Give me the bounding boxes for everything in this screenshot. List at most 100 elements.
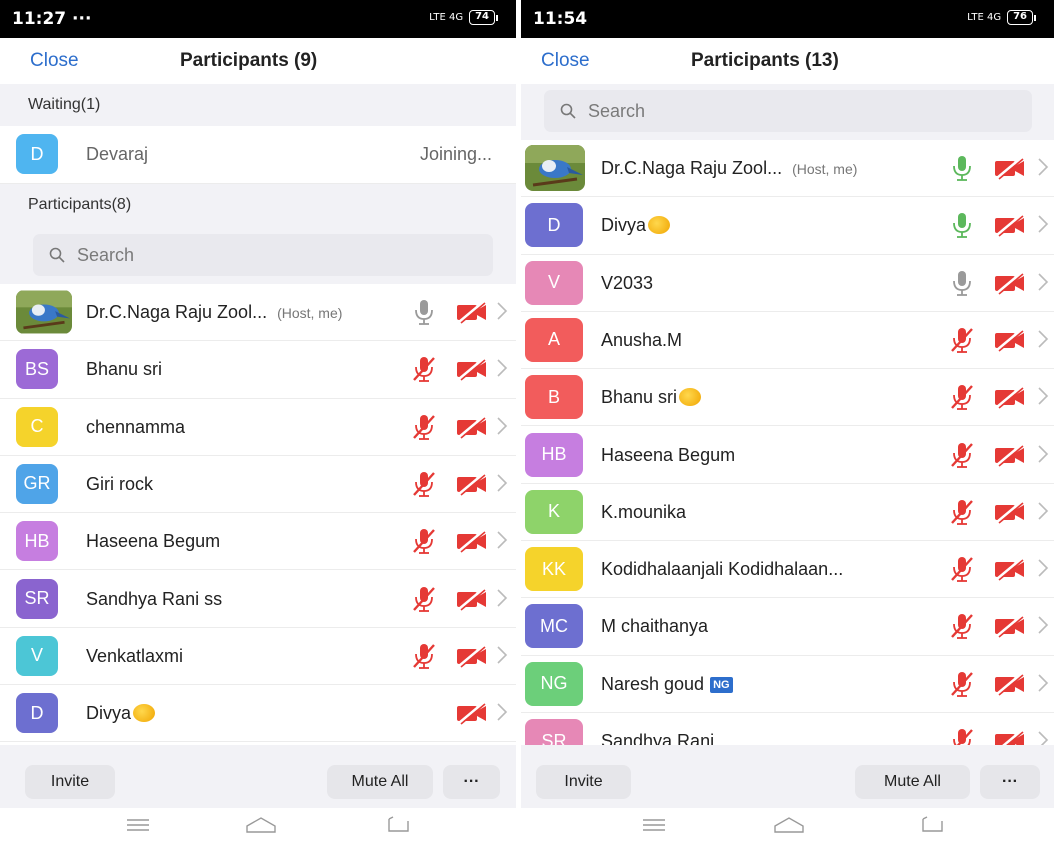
page-title: Participants (9): [180, 50, 318, 71]
participant-row[interactable]: V Venkatlaxmi: [0, 627, 516, 686]
mic-muted-icon[interactable]: [411, 413, 437, 441]
video-off-icon[interactable]: [455, 587, 489, 611]
chevron-right-icon[interactable]: [1037, 328, 1049, 350]
mic-icon[interactable]: [949, 211, 975, 239]
mic-muted-icon[interactable]: [949, 670, 975, 698]
mute-all-button[interactable]: Mute All: [855, 765, 970, 799]
menu-icon[interactable]: [125, 816, 151, 834]
mic-muted-icon[interactable]: [949, 326, 975, 354]
participant-name: Devaraj: [86, 144, 149, 164]
mic-muted-icon[interactable]: [411, 642, 437, 670]
chevron-right-icon[interactable]: [1037, 271, 1049, 293]
chevron-right-icon[interactable]: [1037, 614, 1049, 636]
mic-icon[interactable]: [949, 154, 975, 182]
android-nav-bar: [0, 808, 516, 842]
page-title: Participants (13): [691, 50, 839, 71]
participant-row[interactable]: GR Giri rock: [0, 455, 516, 514]
video-off-icon[interactable]: [993, 500, 1027, 524]
participant-row[interactable]: Cchennamma: [0, 398, 516, 456]
video-off-icon[interactable]: [993, 271, 1027, 295]
avatar: NG: [525, 661, 583, 706]
mic-muted-icon[interactable]: [949, 441, 975, 469]
chevron-right-icon[interactable]: [496, 701, 508, 723]
video-off-icon[interactable]: [993, 614, 1027, 639]
video-off-icon[interactable]: [455, 701, 489, 725]
avatar: HB: [16, 521, 58, 562]
status-bar: 11:27 ··· LTE 4G 74: [0, 0, 516, 38]
chevron-right-icon[interactable]: [1037, 557, 1049, 579]
chevron-right-icon[interactable]: [496, 587, 508, 609]
participant-row[interactable]: K K.mounika: [521, 483, 1054, 542]
chevron-right-icon[interactable]: [1037, 385, 1049, 407]
participant-row[interactable]: V V2033: [521, 254, 1054, 312]
video-off-icon[interactable]: [993, 385, 1027, 409]
mic-muted-icon[interactable]: [949, 498, 975, 526]
participant-row[interactable]: KK Kodidhalaanjali Kodidhalaan...: [521, 541, 1054, 599]
video-off-icon[interactable]: [455, 644, 489, 668]
participant-row[interactable]: HB Haseena Begum: [0, 513, 516, 571]
chevron-right-icon[interactable]: [1037, 500, 1049, 522]
avatar: MC: [525, 604, 583, 649]
video-off-icon[interactable]: [455, 529, 489, 553]
mic-muted-icon[interactable]: [411, 527, 437, 555]
mic-muted-icon[interactable]: [411, 470, 437, 498]
back-icon[interactable]: [919, 816, 945, 834]
chevron-right-icon[interactable]: [496, 300, 508, 322]
mic-muted-icon[interactable]: [949, 555, 975, 583]
mic-muted-icon[interactable]: [411, 355, 437, 383]
participant-row[interactable]: SR Sandhya Rani ss: [0, 570, 516, 628]
chevron-right-icon[interactable]: [1037, 672, 1049, 694]
video-off-icon[interactable]: [993, 156, 1027, 180]
participant-row[interactable]: A Anusha.M: [521, 311, 1054, 370]
emoji-icon: [679, 388, 702, 407]
chevron-right-icon[interactable]: [496, 472, 508, 494]
search-input[interactable]: Search: [33, 234, 493, 276]
mic-icon[interactable]: [411, 298, 437, 326]
video-off-icon[interactable]: [993, 213, 1027, 237]
participant-row[interactable]: B Bhanu sri: [521, 369, 1054, 427]
participant-row[interactable]: Dr.C.Naga Raju Zool... (Host, me): [521, 140, 1054, 198]
mic-muted-icon[interactable]: [949, 383, 975, 411]
video-off-icon[interactable]: [455, 415, 489, 439]
participant-row[interactable]: MC M chaithanya: [521, 598, 1054, 656]
participant-row[interactable]: D Divya: [521, 197, 1054, 255]
participant-row[interactable]: D Divya: [0, 685, 516, 743]
chevron-right-icon[interactable]: [1037, 443, 1049, 465]
mic-icon[interactable]: [949, 269, 975, 297]
participant-row[interactable]: Dr.C.Naga Raju Zool... (Host, me): [0, 284, 516, 342]
mic-muted-icon[interactable]: [411, 585, 437, 613]
more-options-button[interactable]: ···: [443, 765, 500, 799]
participant-name: K.mounika: [601, 501, 687, 522]
waiting-user-row[interactable]: D Devaraj Joining...: [0, 126, 516, 184]
search-icon: [49, 247, 65, 263]
chevron-right-icon[interactable]: [496, 415, 508, 437]
mute-all-button[interactable]: Mute All: [327, 765, 433, 799]
video-off-icon[interactable]: [455, 300, 489, 324]
chevron-right-icon[interactable]: [496, 529, 508, 551]
chevron-right-icon[interactable]: [1037, 213, 1049, 235]
video-off-icon[interactable]: [993, 328, 1027, 352]
home-icon[interactable]: [773, 816, 805, 834]
video-off-icon[interactable]: [993, 443, 1027, 467]
video-off-icon[interactable]: [455, 357, 489, 381]
participant-row[interactable]: NG Naresh goud NG: [521, 655, 1054, 713]
invite-button[interactable]: Invite: [25, 765, 115, 799]
status-bar: 11:54 LTE 4G 76: [521, 0, 1054, 38]
chevron-right-icon[interactable]: [496, 357, 508, 379]
video-off-icon[interactable]: [993, 672, 1027, 696]
back-icon[interactable]: [385, 816, 411, 834]
participant-row[interactable]: HB Haseena Begum: [521, 426, 1054, 484]
home-icon[interactable]: [245, 816, 277, 834]
mic-muted-icon[interactable]: [949, 612, 975, 640]
menu-icon[interactable]: [641, 816, 667, 834]
participant-row[interactable]: BS Bhanu sri: [0, 341, 516, 399]
more-options-button[interactable]: ···: [980, 765, 1040, 799]
video-off-icon[interactable]: [993, 557, 1027, 581]
invite-button[interactable]: Invite: [536, 765, 631, 799]
chevron-right-icon[interactable]: [1037, 156, 1049, 178]
search-input[interactable]: Search: [544, 90, 1032, 132]
participant-name: Kodidhalaanjali Kodidhalaan...: [601, 559, 844, 580]
video-off-icon[interactable]: [455, 472, 489, 496]
search-icon: [560, 103, 576, 119]
chevron-right-icon[interactable]: [496, 644, 508, 666]
